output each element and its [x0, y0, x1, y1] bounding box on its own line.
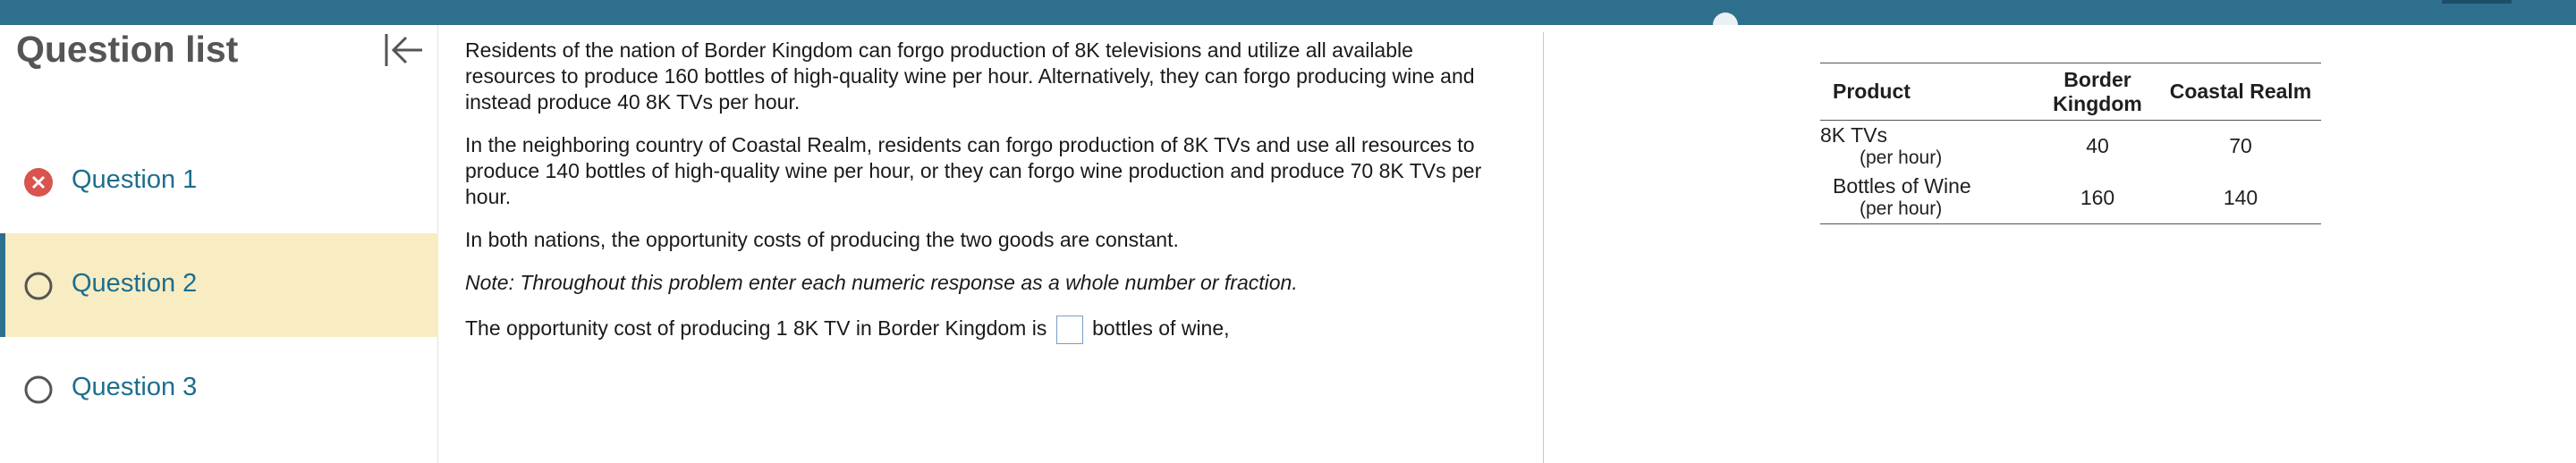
question-item-3[interactable]: Question 3: [0, 337, 438, 441]
table-cell-coastal: 140: [2160, 172, 2321, 224]
empty-circle-icon: [24, 375, 53, 404]
product-unit: (per hour): [1860, 147, 1943, 168]
table-row-label: 8K TVs (per hour): [1820, 121, 2035, 173]
progress-indicator-icon: [1713, 13, 1738, 38]
collapse-sidebar-button[interactable]: [379, 27, 426, 73]
table-cell-border: 40: [2086, 134, 2109, 158]
product-unit: (per hour): [1860, 198, 1943, 220]
table-header-product: Product: [1820, 63, 2035, 121]
table-header-border-kingdom: Border Kingdom: [2035, 63, 2160, 121]
question-prompt-suffix: bottles of wine,: [1092, 316, 1230, 341]
problem-paragraph-3: In both nations, the opportunity costs o…: [465, 228, 1179, 251]
table-cell-coastal: 70: [2229, 134, 2252, 158]
question-item-2[interactable]: Question 2: [0, 233, 438, 337]
production-table: Product Border Kingdom Coastal Realm 8K …: [1820, 63, 2321, 224]
problem-paragraph-2: In the neighboring country of Coastal Re…: [465, 133, 1482, 208]
problem-paragraph-1: Residents of the nation of Border Kingdo…: [465, 38, 1475, 114]
question-prompt: The opportunity cost of producing 1 8K T…: [465, 316, 1503, 344]
table-cell-border: 160: [2035, 172, 2160, 224]
question-item-label: Question 1: [72, 165, 198, 194]
table-row-label: Bottles of Wine (per hour): [1820, 172, 2035, 224]
question-list-title: Question list: [16, 29, 239, 70]
answer-input[interactable]: [1055, 316, 1083, 344]
question-prompt-prefix: The opportunity cost of producing 1 8K T…: [465, 316, 1047, 341]
table-header-coastal-realm: Coastal Realm: [2160, 63, 2321, 121]
top-bar: [0, 0, 2576, 38]
instruction-note: Note: Throughout this problem enter each…: [465, 271, 1298, 294]
table-row: Bottles of Wine (per hour) 160 140: [1820, 172, 2321, 224]
active-indicator: [0, 233, 5, 337]
top-bar-button-edge[interactable]: [2442, 0, 2512, 4]
question-item-1[interactable]: Question 1: [0, 130, 438, 233]
table-header-row: Product Border Kingdom Coastal Realm: [1820, 63, 2321, 121]
empty-circle-icon: [24, 272, 53, 300]
question-item-label: Question 2: [72, 269, 198, 298]
question-content: Residents of the nation of Border Kingdo…: [465, 38, 1503, 361]
pane-divider[interactable]: [1543, 32, 1544, 463]
table-row: 8K TVs (per hour) 40 70: [1820, 121, 2321, 173]
x-circle-icon: [24, 168, 53, 197]
collapse-left-icon: [385, 34, 422, 66]
question-item-label: Question 3: [72, 373, 198, 401]
product-name: 8K TVs: [1820, 122, 1887, 147]
product-name: Bottles of Wine: [1833, 174, 1971, 198]
